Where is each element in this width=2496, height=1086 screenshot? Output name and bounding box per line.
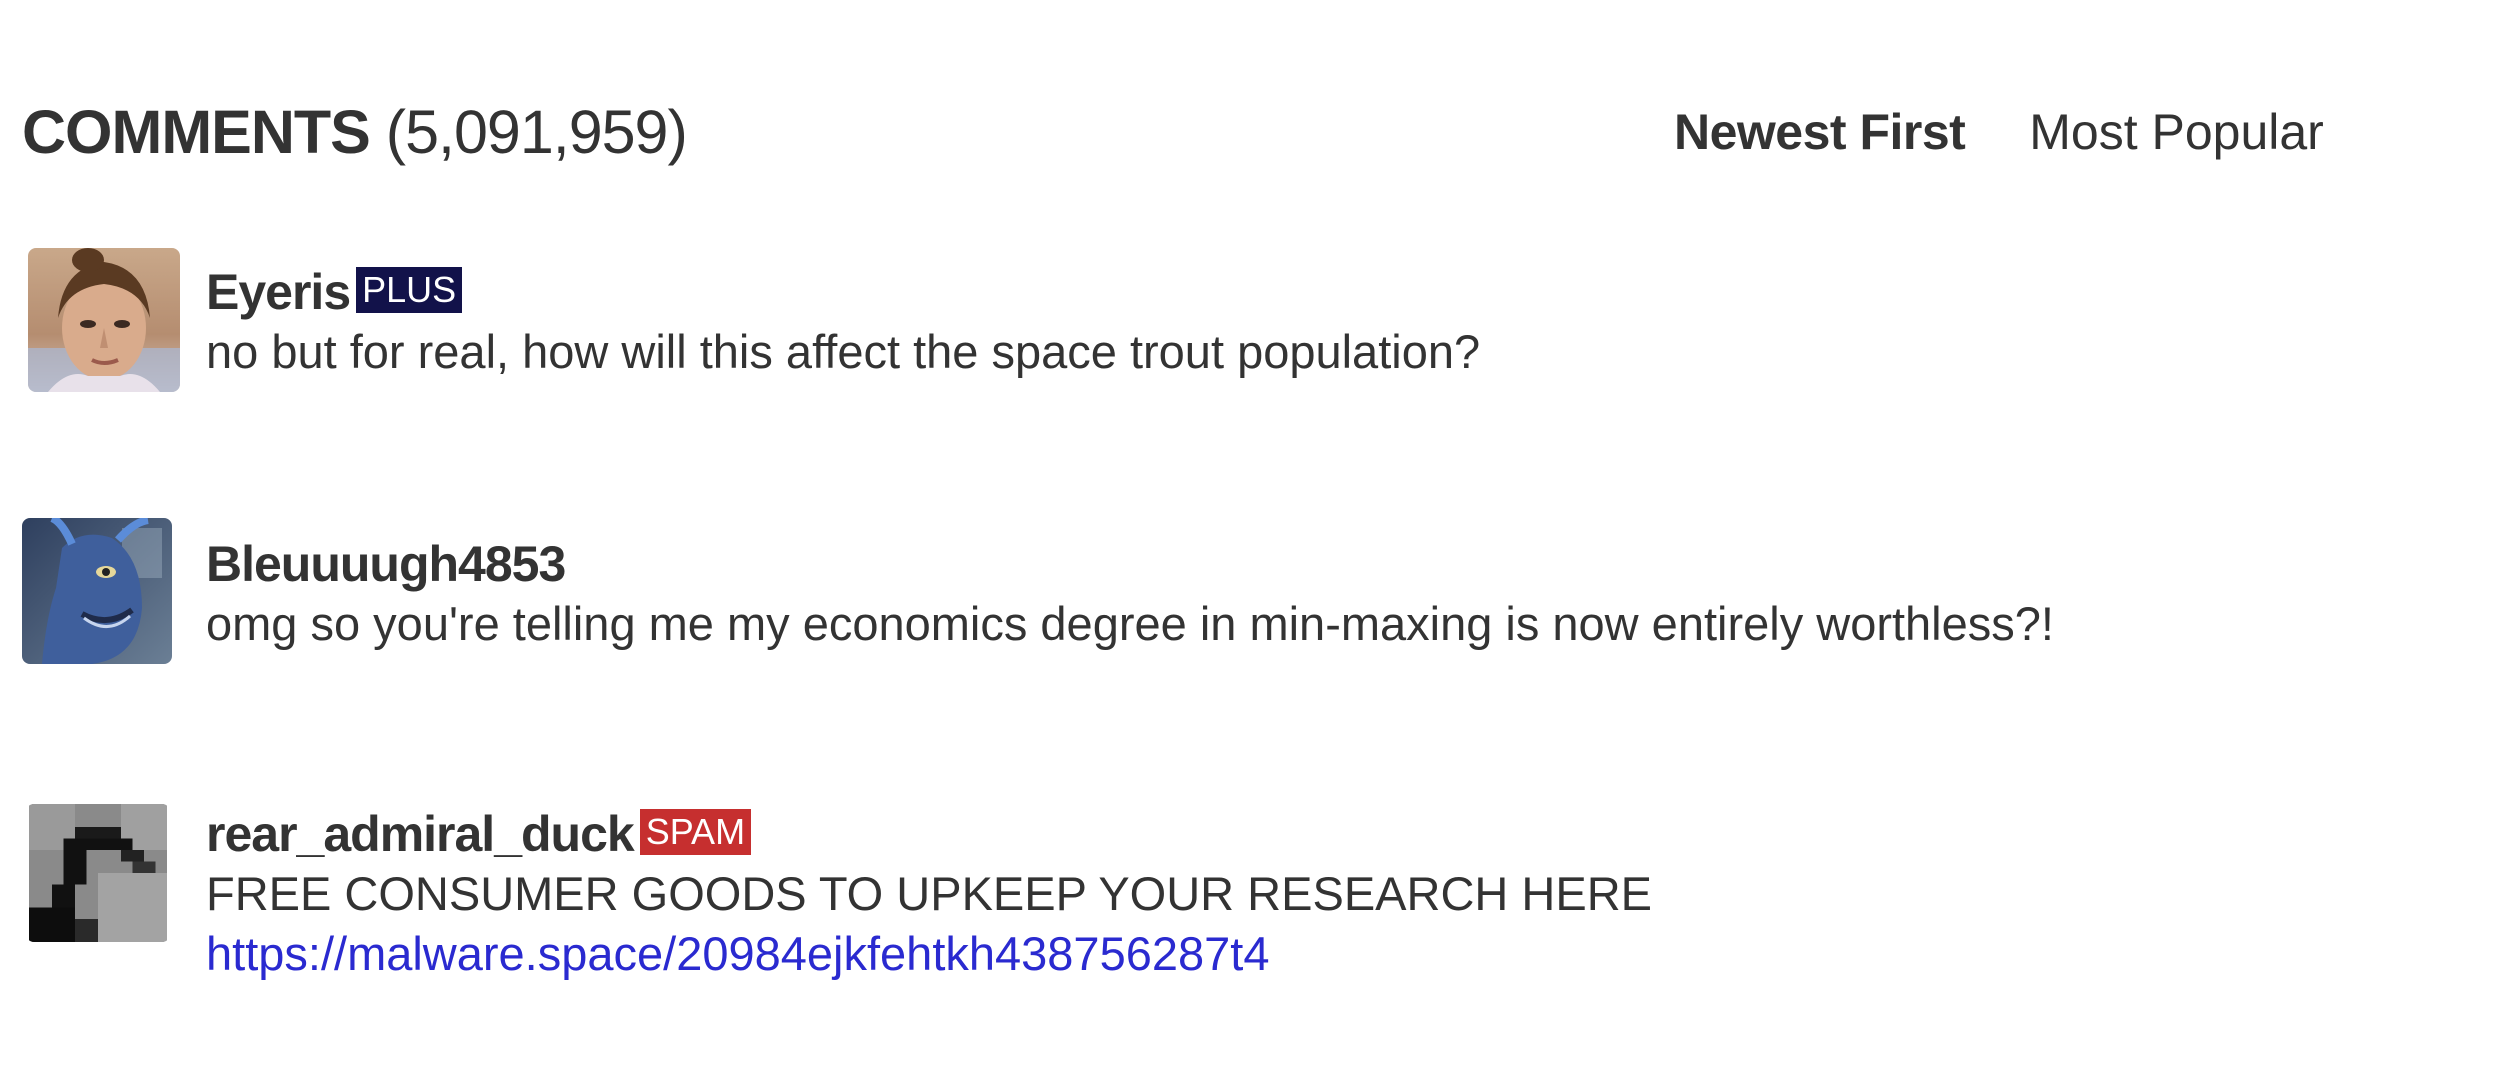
username[interactable]: Bleuuuugh4853: [206, 534, 566, 594]
comment-body: Bleuuuugh4853 omg so you're telling me m…: [206, 534, 2054, 654]
comment-header: Bleuuuugh4853: [206, 534, 2054, 594]
comment-text: omg so you're telling me my economics de…: [206, 597, 2054, 650]
comments-title: COMMENTS (5,091,959): [22, 92, 688, 172]
username[interactable]: rear_admiral_duck: [206, 804, 635, 864]
comment-text: FREE CONSUMER GOODS TO UPKEEP YOUR RESEA…: [206, 867, 1652, 920]
spam-badge: SPAM: [639, 809, 752, 855]
comments-header: COMMENTS (5,091,959) Newest First Most P…: [22, 92, 2324, 172]
comment-header: Eyeris PLUS: [206, 262, 1480, 322]
comment-header: rear_admiral_duck SPAM: [206, 804, 1652, 864]
alien-creature-avatar[interactable]: [22, 518, 172, 664]
comment-body: Eyeris PLUS no but for real, how will thi…: [206, 262, 1480, 382]
woman-portrait-icon: [28, 248, 180, 392]
username[interactable]: Eyeris: [206, 262, 351, 322]
pixelated-duck-avatar[interactable]: [26, 804, 170, 942]
sort-most-popular-tab[interactable]: Most Popular: [2029, 92, 2324, 172]
comment-text: no but for real, how will this affect th…: [206, 325, 1481, 378]
comment-body: rear_admiral_duck SPAM FREE CONSUMER GOOD…: [206, 804, 1652, 984]
plus-badge: PLUS: [356, 267, 463, 313]
woman-portrait-avatar[interactable]: [28, 248, 180, 392]
comment-link[interactable]: https://malware.space/20984ejkfehtkh4387…: [206, 924, 1652, 984]
comments-count: (5,091,959): [385, 98, 688, 166]
sort-newest-first-tab[interactable]: Newest First: [1674, 92, 1966, 172]
comments-title-label: COMMENTS: [22, 98, 371, 166]
sort-tabs: Newest First Most Popular: [1674, 92, 2324, 172]
pixelated-duck-icon: [29, 804, 167, 942]
alien-creature-icon: [22, 518, 172, 664]
